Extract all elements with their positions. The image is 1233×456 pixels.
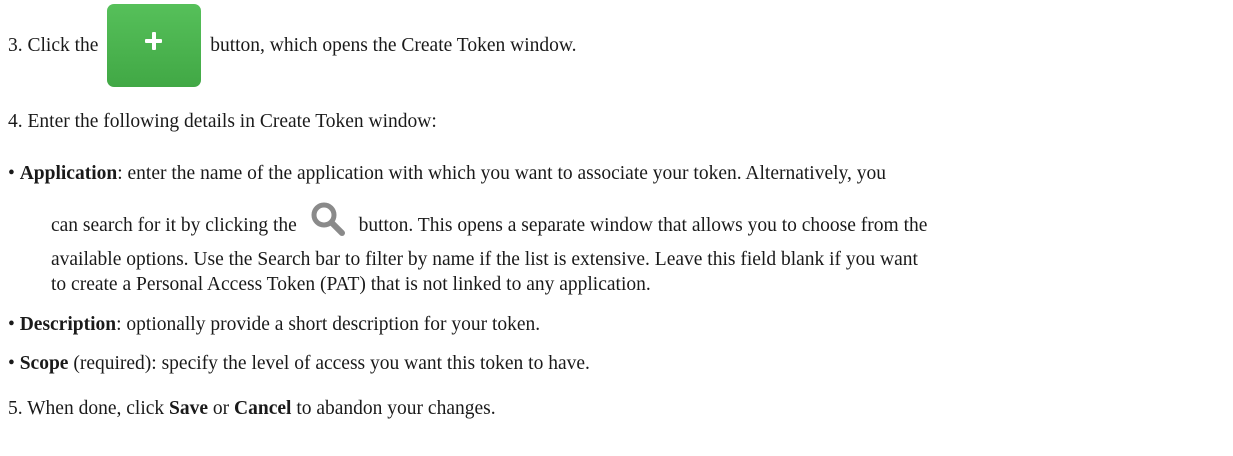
bullet-scope: • Scope (required): specify the level of… xyxy=(8,352,590,376)
application-line-2: can search for it by clicking the button… xyxy=(51,202,928,245)
step-5-text-after: to abandon your changes. xyxy=(296,398,496,419)
application-text-line-1: : enter the name of the application with… xyxy=(117,163,887,184)
application-line-4: to create a Personal Access Token (PAT) … xyxy=(51,273,651,297)
scope-text: (required): specify the level of access … xyxy=(68,353,590,374)
application-text-line-4: to create a Personal Access Token (PAT) … xyxy=(51,274,651,295)
step-3: 3. Click the button, which opens the Cre… xyxy=(8,4,577,87)
application-text-line-3: available options. Use the Search bar to… xyxy=(51,249,918,270)
step-5-text-before: When done, click xyxy=(27,398,165,419)
application-line-3: available options. Use the Search bar to… xyxy=(51,248,918,272)
bullet-marker: • xyxy=(8,353,15,374)
description-term: Description xyxy=(19,314,117,335)
search-icon xyxy=(311,202,345,236)
step-3-text-before: Click the xyxy=(27,35,99,56)
step-5-text-middle: or xyxy=(212,398,230,419)
save-label: Save xyxy=(169,398,209,419)
application-text-line-2-after: button. This opens a separate window tha… xyxy=(358,215,928,236)
bullet-description: • Description: optionally provide a shor… xyxy=(8,313,540,337)
bullet-marker: • xyxy=(8,163,15,184)
application-term: Application xyxy=(19,163,118,184)
search-button[interactable] xyxy=(308,201,348,239)
add-token-button[interactable] xyxy=(107,4,202,87)
description-text: : optionally provide a short description… xyxy=(116,314,541,335)
step-5: 5. When done, click Save or Cancel to ab… xyxy=(8,397,496,421)
application-text-line-2-before: can search for it by clicking the xyxy=(51,215,297,236)
step-5-number: 5. xyxy=(8,398,23,419)
bullet-marker: • xyxy=(8,314,15,335)
step-3-number: 3. xyxy=(8,35,23,56)
step-4: 4. Enter the following details in Create… xyxy=(8,110,437,134)
step-4-number: 4. xyxy=(8,111,23,132)
cancel-label: Cancel xyxy=(234,398,292,419)
step-4-text: Enter the following details in Create To… xyxy=(27,111,437,132)
scope-term: Scope xyxy=(19,353,69,374)
bullet-application: • Application: enter the name of the app… xyxy=(8,162,886,186)
step-3-text-after: button, which opens the Create Token win… xyxy=(210,35,577,56)
